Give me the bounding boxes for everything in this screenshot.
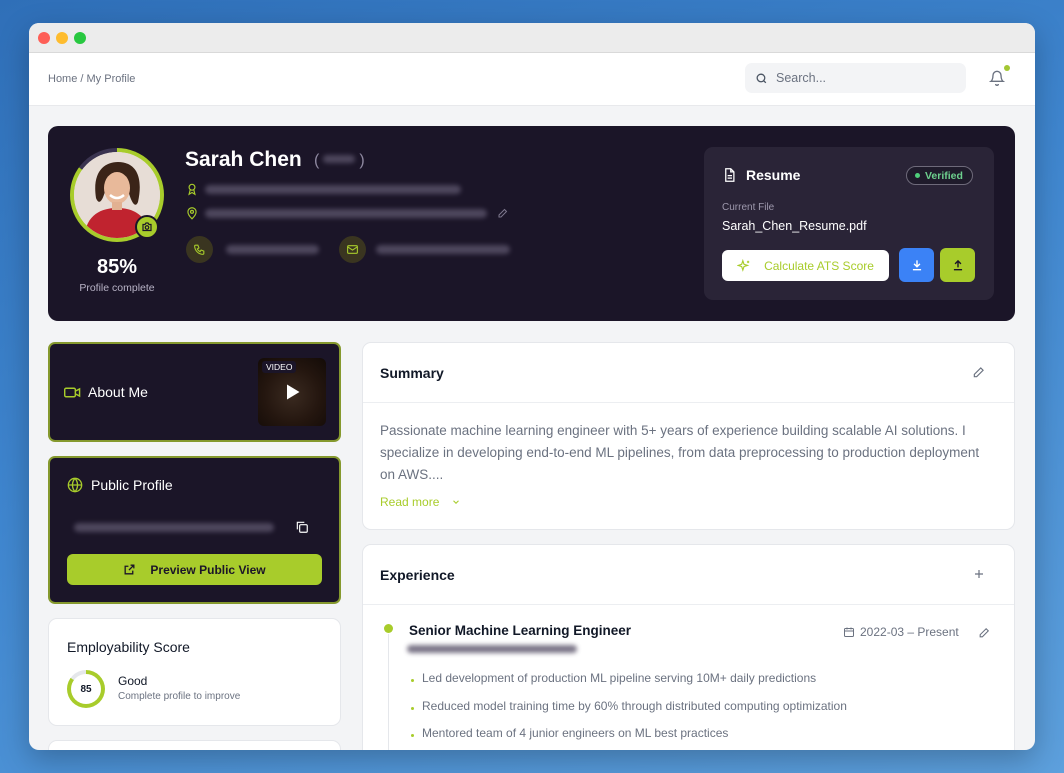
- calculate-ats-label: Calculate ATS Score: [764, 258, 874, 273]
- maximize-window-button[interactable]: [74, 31, 86, 44]
- read-more-link[interactable]: Read more: [380, 495, 461, 509]
- main-content: 85% Profile complete Sarah Chen () Resum…: [29, 107, 1035, 750]
- employability-score-card: Employability Score 85 Good Complete pro…: [48, 618, 341, 726]
- location-icon: [187, 207, 197, 220]
- bell-icon[interactable]: [989, 69, 1005, 87]
- public-profile-title: Public Profile: [91, 477, 173, 493]
- chevron-down-icon: [453, 500, 460, 505]
- about-me-card[interactable]: About Me VIDEO: [48, 342, 341, 442]
- current-file-label: Current File: [722, 202, 775, 213]
- summary-card: Summary Passionate machine learning engi…: [362, 342, 1015, 530]
- profile-completion-label: Profile complete: [79, 282, 155, 294]
- job-bullet-text: Reduced model training time by 60% throu…: [422, 699, 847, 713]
- add-experience-icon[interactable]: [973, 568, 985, 580]
- employability-score-ring: 85: [67, 670, 105, 708]
- change-photo-button[interactable]: [135, 215, 159, 239]
- bullet-dot: [411, 733, 414, 737]
- company-redacted: [407, 645, 577, 653]
- email-button[interactable]: [339, 236, 366, 263]
- employability-rating: Good: [118, 674, 148, 688]
- profile-completion-percent: 85%: [96, 256, 138, 278]
- verified-label: Verified: [925, 169, 963, 182]
- calculate-ats-button[interactable]: Calculate ATS Score: [722, 250, 889, 281]
- document-icon: [725, 168, 735, 182]
- job-bullet-text: Mentored team of 4 junior engineers on M…: [422, 726, 729, 740]
- employability-score-value: 85: [71, 674, 101, 704]
- summary-title: Summary: [380, 365, 444, 381]
- globe-icon: [67, 477, 83, 493]
- timeline-line: [388, 634, 389, 750]
- upload-resume-button[interactable]: [940, 248, 975, 282]
- phone-icon: [194, 244, 205, 255]
- employability-hint: Complete profile to improve: [118, 691, 241, 702]
- search-placeholder: Search...: [776, 71, 827, 85]
- edit-summary-icon[interactable]: [972, 365, 986, 379]
- calendar-icon: [844, 627, 854, 637]
- award-icon: [188, 183, 196, 196]
- edit-experience-icon[interactable]: [978, 626, 991, 639]
- read-more-label: Read more: [380, 495, 440, 509]
- browser-window: Home / My Profile Search... 85% Profile …: [29, 23, 1035, 750]
- location-redacted: [205, 209, 487, 218]
- copy-icon[interactable]: [295, 520, 309, 534]
- phone-button[interactable]: [186, 236, 213, 263]
- play-icon: [287, 384, 300, 400]
- intro-video-thumbnail[interactable]: VIDEO: [258, 358, 326, 426]
- job-date: 2022-03 – Present: [843, 625, 959, 639]
- edit-location-icon[interactable]: [497, 207, 509, 219]
- verified-dot: [915, 173, 920, 178]
- camera-icon: [142, 222, 152, 232]
- bullet-dot: [411, 706, 414, 710]
- job-bullet: Reduced model training time by 60% throu…: [411, 699, 847, 713]
- public-url-redacted: [74, 523, 274, 532]
- close-window-button[interactable]: [38, 31, 50, 44]
- download-resume-button[interactable]: [899, 248, 934, 282]
- resume-file-name[interactable]: Sarah_Chen_Resume.pdf: [722, 219, 867, 233]
- top-bar: Home / My Profile Search...: [29, 53, 1035, 106]
- minimize-window-button[interactable]: [56, 31, 68, 44]
- video-badge: VIDEO: [262, 361, 297, 373]
- summary-text: Passionate machine learning engineer wit…: [380, 423, 980, 482]
- bullet-dot: [411, 678, 414, 682]
- summary-header: Summary: [363, 343, 1014, 403]
- experience-card: Experience Senior Machine Learning Engin…: [362, 544, 1015, 750]
- breadcrumb[interactable]: Home / My Profile: [48, 73, 135, 85]
- window-titlebar: [29, 23, 1035, 53]
- sparkle-icon: [737, 258, 750, 272]
- public-profile-card: Public Profile Preview Public View: [48, 456, 341, 604]
- preview-public-view-button[interactable]: Preview Public View: [67, 554, 322, 585]
- resume-card: Resume Verified Current File Sarah_Chen_…: [704, 147, 994, 300]
- employability-title: Employability Score: [67, 639, 190, 655]
- mail-icon: [347, 245, 358, 254]
- email-redacted: [376, 245, 510, 254]
- timeline-dot: [384, 624, 393, 633]
- job-bullet: Led development of production ML pipelin…: [411, 671, 816, 685]
- headline-redacted: [205, 185, 461, 194]
- job-date-text: 2022-03 – Present: [860, 625, 959, 639]
- search-icon: [756, 73, 767, 83]
- notification-badge: [1004, 65, 1010, 71]
- upload-icon: [953, 259, 962, 271]
- experience-title: Experience: [380, 567, 455, 583]
- job-title: Senior Machine Learning Engineer: [409, 623, 632, 638]
- phone-redacted: [226, 245, 319, 254]
- next-sidebar-card: [48, 740, 341, 750]
- about-me-title: About Me: [88, 384, 148, 400]
- experience-header: Experience: [363, 545, 1014, 605]
- resume-title: Resume: [746, 167, 801, 183]
- verified-badge: Verified: [906, 166, 973, 185]
- profile-pronouns: (): [314, 152, 365, 169]
- search-input[interactable]: Search...: [745, 63, 966, 93]
- profile-header-card: 85% Profile complete Sarah Chen () Resum…: [48, 126, 1015, 321]
- download-icon: [912, 260, 921, 271]
- profile-name: Sarah Chen: [185, 148, 302, 171]
- preview-public-view-label: Preview Public View: [150, 562, 266, 577]
- video-camera-icon: [64, 387, 81, 398]
- job-bullet: Mentored team of 4 junior engineers on M…: [411, 726, 728, 740]
- external-link-icon: [124, 564, 135, 575]
- job-bullet-text: Led development of production ML pipelin…: [422, 671, 817, 685]
